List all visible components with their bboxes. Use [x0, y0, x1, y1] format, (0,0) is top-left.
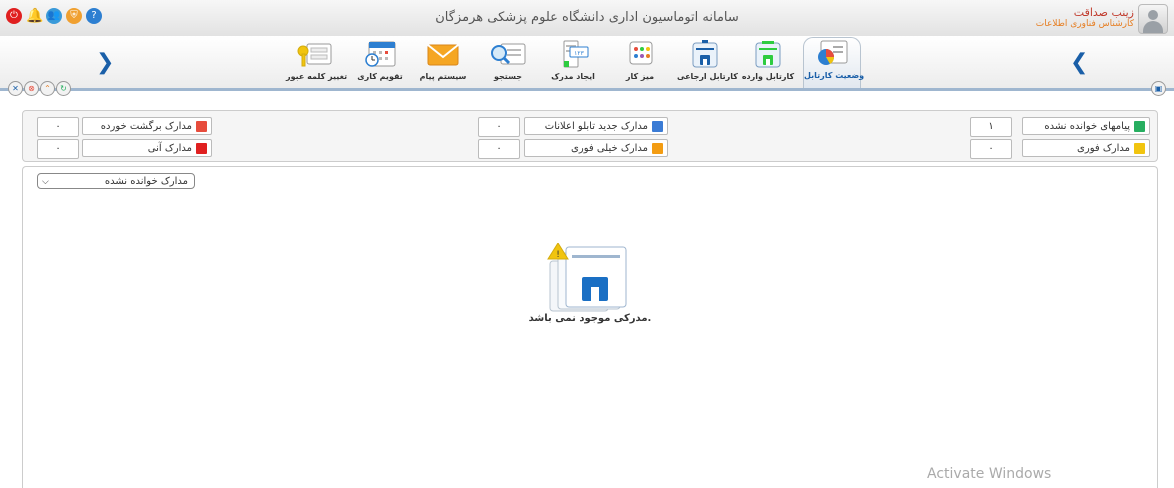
stat-count: ۰	[478, 139, 520, 159]
stat-label: مدارک برگشت خورده	[100, 121, 192, 132]
calendar-icon	[361, 39, 399, 69]
tool-messaging[interactable]: سیستم پیام	[415, 39, 471, 87]
stat-count: ۰	[478, 117, 520, 137]
stat-unread-messages[interactable]: ۱ پیامهای خوانده نشده	[970, 117, 1150, 137]
document-list-panel: ⌵ مدارک خوانده نشده ! مدرکی موجود نمی با…	[22, 166, 1158, 488]
stat-count: ۱	[970, 117, 1012, 137]
svg-text:!: !	[556, 250, 560, 260]
inbox-icon	[749, 39, 787, 69]
close-icon[interactable]: ⊗	[24, 81, 39, 96]
app-title: سامانه اتوماسیون اداری دانشگاه علوم پزشک…	[435, 10, 739, 25]
tool-referral[interactable]: کارتابل ارجاعی	[677, 39, 738, 87]
stat-immediate[interactable]: ۰ مدارک آنی	[37, 139, 212, 159]
tool-label: وضعیت کارتابل	[804, 71, 865, 80]
filter-selected-value: مدارک خوانده نشده	[104, 176, 188, 187]
tool-label: تقویم کاری	[357, 72, 403, 81]
stat-count: ۰	[37, 117, 79, 137]
urgent-document-icon	[1134, 142, 1145, 154]
stat-label: مدارک فوری	[1077, 143, 1130, 154]
tool-label: تغییر کلمه عبور	[286, 72, 348, 81]
stats-panel: ۱ پیامهای خوانده نشده ۰ مدارک فوری ۰ مدا…	[22, 110, 1158, 162]
main-toolbar: ❯ ❮ وضعیت کارتابل کارتابل وارده کارتابل …	[0, 36, 1174, 91]
notice-board-icon	[652, 120, 663, 132]
tool-label: میز کار	[625, 72, 655, 81]
document-filter-select[interactable]: ⌵ مدارک خوانده نشده	[37, 173, 195, 189]
stat-count: ۰	[37, 139, 79, 159]
chevron-down-icon: ⌵	[42, 177, 49, 187]
empty-message: مدرکی موجود نمی باشد.	[528, 313, 652, 324]
tool-search[interactable]: جستجو	[480, 39, 536, 87]
tool-change-password[interactable]: تغییر کلمه عبور	[286, 39, 348, 87]
window-controls: ✕ ⊗ ⌃ ↻	[8, 81, 71, 96]
tool-label: سیستم پیام	[419, 72, 467, 81]
desk-icon	[621, 39, 659, 69]
pin-icon[interactable]: ✕	[8, 81, 23, 96]
stat-label: مدارک خیلی فوری	[571, 143, 648, 154]
stat-label: پیامهای خوانده نشده	[1044, 121, 1130, 132]
stat-urgent[interactable]: ۰ مدارک فوری	[970, 139, 1150, 159]
message-icon	[1134, 120, 1145, 132]
toolbar-divider	[0, 88, 1174, 91]
tool-label: کارتابل ارجاعی	[677, 72, 738, 81]
search-icon	[489, 39, 527, 69]
settings-icon[interactable]: ▣	[1151, 81, 1166, 96]
tool-label: کارتابل وارده	[741, 72, 795, 81]
scroll-right-arrow-icon[interactable]: ❯	[96, 50, 114, 75]
tool-label: جستجو	[494, 72, 522, 81]
stat-very-urgent[interactable]: ۰ مدارک خیلی فوری	[478, 139, 668, 159]
new-document-icon: ۱۲۳	[554, 39, 592, 69]
tool-cartable-status[interactable]: وضعیت کارتابل	[803, 37, 865, 91]
very-urgent-document-icon	[652, 142, 663, 154]
stat-label: مدارک جدید تابلو اعلانات	[544, 121, 648, 132]
immediate-document-icon	[196, 142, 207, 154]
tool-inbox[interactable]: کارتابل وارده	[740, 39, 796, 87]
avatar[interactable]	[1138, 4, 1168, 34]
tool-label: ایجاد مدرک	[551, 72, 595, 81]
envelope-icon	[424, 39, 462, 69]
refresh-icon[interactable]: ↻	[56, 81, 71, 96]
collapse-icon[interactable]: ⌃	[40, 81, 55, 96]
user-role: کارشناس فناوری اطلاعات	[1035, 19, 1134, 29]
pie-chart-icon	[813, 38, 851, 68]
stat-count: ۰	[970, 139, 1012, 159]
windows-activation-watermark: Activate Windows	[927, 466, 1052, 482]
scroll-left-arrow-icon[interactable]: ❮	[1070, 50, 1088, 75]
svg-text:۱۲۳: ۱۲۳	[574, 50, 584, 57]
password-key-icon	[295, 39, 333, 69]
stat-new-notices[interactable]: ۰ مدارک جدید تابلو اعلانات	[478, 117, 668, 137]
tool-desk[interactable]: میز کار	[612, 39, 668, 87]
user-name: زینب صداقت	[1073, 6, 1134, 19]
stat-label: مدارک آنی	[147, 143, 192, 154]
empty-folder-icon: !	[546, 242, 630, 323]
title-bar: ⏻ 🔔 👥 ⛨ ? سامانه اتوماسیون اداری دانشگاه…	[0, 0, 1174, 37]
tray-icon	[686, 39, 724, 69]
tool-calendar[interactable]: تقویم کاری	[352, 39, 408, 87]
stat-returned[interactable]: ۰ مدارک برگشت خورده	[37, 117, 212, 137]
returned-document-icon	[196, 120, 207, 132]
tool-create-document[interactable]: ۱۲۳ ایجاد مدرک	[545, 39, 601, 87]
